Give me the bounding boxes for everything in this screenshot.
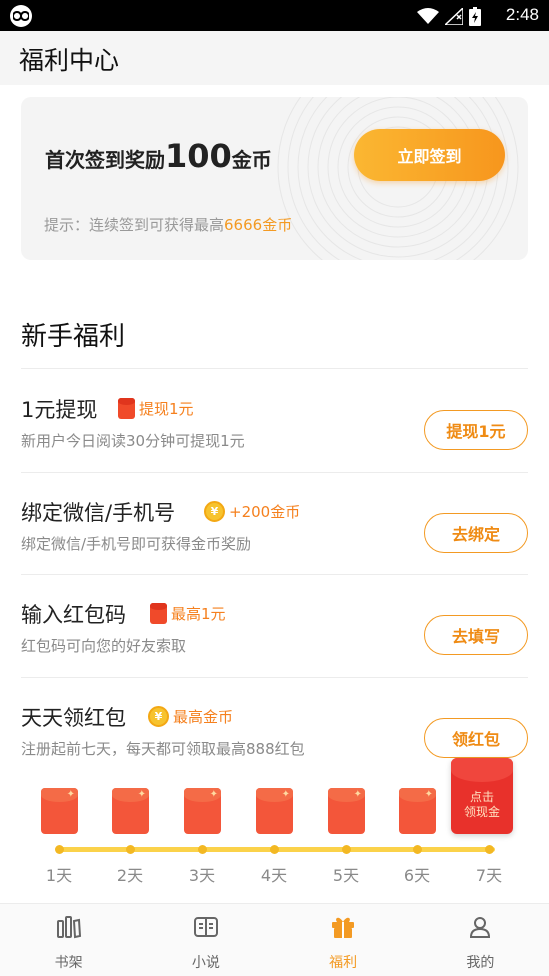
cash-packet-line1: 点击 [469,790,494,804]
wifi-icon [417,8,439,24]
day-label: 4天 [260,866,288,885]
nav-label: 福利 [329,955,358,971]
red-packet-day-1[interactable]: ✦ [41,788,78,834]
bottom-nav: 书架 小说 福利 我的 [0,903,549,976]
red-packet-icon [150,603,167,624]
claim-cash-packet[interactable]: 点击 领现金 [451,758,513,834]
task-desc: 绑定微信/手机号即可获得金币奖励 [21,535,252,553]
task-title: 1元提现 [21,398,98,422]
app-notification-icon [10,5,32,27]
red-packet-day-2[interactable]: ✦ [112,788,149,834]
cash-packet-line2: 领现金 [463,805,500,819]
task-redeem-code: 输入红包码 最高1元 红包码可向您的好友索取 去填写 [21,577,528,677]
signin-tip-highlight: 6666金币 [224,216,293,234]
nav-label: 书架 [54,955,83,971]
signal-icon [445,8,463,25]
task-desc: 红包码可向您的好友索取 [21,637,187,655]
task-badge-label: +200金币 [229,503,301,521]
day-label: 3天 [188,866,216,885]
progress-dot [126,845,135,854]
red-packet-day-4[interactable]: ✦ [256,788,293,834]
app-bar: 福利中心 [0,31,549,85]
signin-card: 首次签到奖励100金币 立即签到 提示：连续签到可获得最高6666金币 [21,97,528,260]
progress-dot [413,845,422,854]
day-label: 5天 [332,866,360,885]
task-badge-label: 提现1元 [139,400,194,418]
withdraw-button[interactable]: 提现1元 [424,410,528,450]
task-title: 输入红包码 [21,603,126,627]
red-packet-icon [118,398,135,419]
status-bar: 2:48 [0,0,549,31]
signin-amount: 100 [165,137,232,175]
nav-novel[interactable]: 小说 [137,904,274,976]
day-label: 6天 [403,866,431,885]
claim-redpacket-button[interactable]: 领红包 [424,718,528,758]
page-title: 福利中心 [19,46,120,75]
nav-welfare[interactable]: 福利 [275,904,412,976]
coin-icon: ¥ [204,501,225,522]
signin-title-prefix: 首次签到奖励 [45,148,165,172]
red-packet-day-5[interactable]: ✦ [328,788,365,834]
progress-dot [270,845,279,854]
task-badge: ¥ +200金币 [204,501,300,522]
progress-dot [485,845,494,854]
task-desc: 注册起前七天，每天都可领取最高888红包 [21,740,305,758]
signin-tip-text: 提示：连续签到可获得最高 [44,216,225,234]
task-title: 天天领红包 [21,706,126,730]
task-badge: 提现1元 [118,398,194,419]
signin-unit: 金币 [231,148,272,172]
day-label: 1天 [45,866,73,885]
divider [21,677,528,678]
task-withdraw: 1元提现 提现1元 新用户今日阅读30分钟可提现1元 提现1元 [21,372,528,472]
task-bind-account: 绑定微信/手机号 ¥ +200金币 绑定微信/手机号即可获得金币奖励 去绑定 [21,475,528,575]
signin-reward-title: 首次签到奖励100金币 [45,137,272,175]
task-title: 绑定微信/手机号 [21,501,176,525]
coin-icon: ¥ [148,706,169,727]
divider [21,472,528,473]
signin-tip: 提示：连续签到可获得最高6666金币 [44,214,292,235]
divider [21,574,528,575]
profile-icon [470,917,491,938]
book-icon [193,917,218,937]
bookshelf-icon [56,916,81,939]
task-badge: ¥ 最高金币 [148,706,233,727]
progress-dot [342,845,351,854]
task-badge: 最高1元 [150,603,226,624]
nav-label: 我的 [466,955,495,971]
nav-mine[interactable]: 我的 [412,904,549,976]
red-packet-day-6[interactable]: ✦ [399,788,436,834]
divider [21,368,528,369]
fill-code-button[interactable]: 去填写 [424,615,528,655]
bind-button[interactable]: 去绑定 [424,513,528,553]
nav-bookshelf[interactable]: 书架 [0,904,137,976]
newbie-section-title: 新手福利 [21,322,126,352]
red-packet-day-3[interactable]: ✦ [184,788,221,834]
progress-dot [198,845,207,854]
progress-dot [55,845,64,854]
task-badge-label: 最高金币 [173,708,234,726]
task-desc: 新用户今日阅读30分钟可提现1元 [21,432,245,450]
gift-icon [332,917,355,938]
task-badge-label: 最高1元 [171,605,226,623]
day-label: 2天 [116,866,144,885]
nav-label: 小说 [191,955,220,971]
daily-packets: ✦ ✦ ✦ ✦ ✦ ✦ 1天 2天 3天 4天 5天 6天 7天 点击 领现金 [21,758,528,890]
status-time: 2:48 [505,5,539,24]
signin-button[interactable]: 立即签到 [354,129,505,181]
day-label: 7天 [475,866,503,885]
battery-icon [469,7,481,26]
